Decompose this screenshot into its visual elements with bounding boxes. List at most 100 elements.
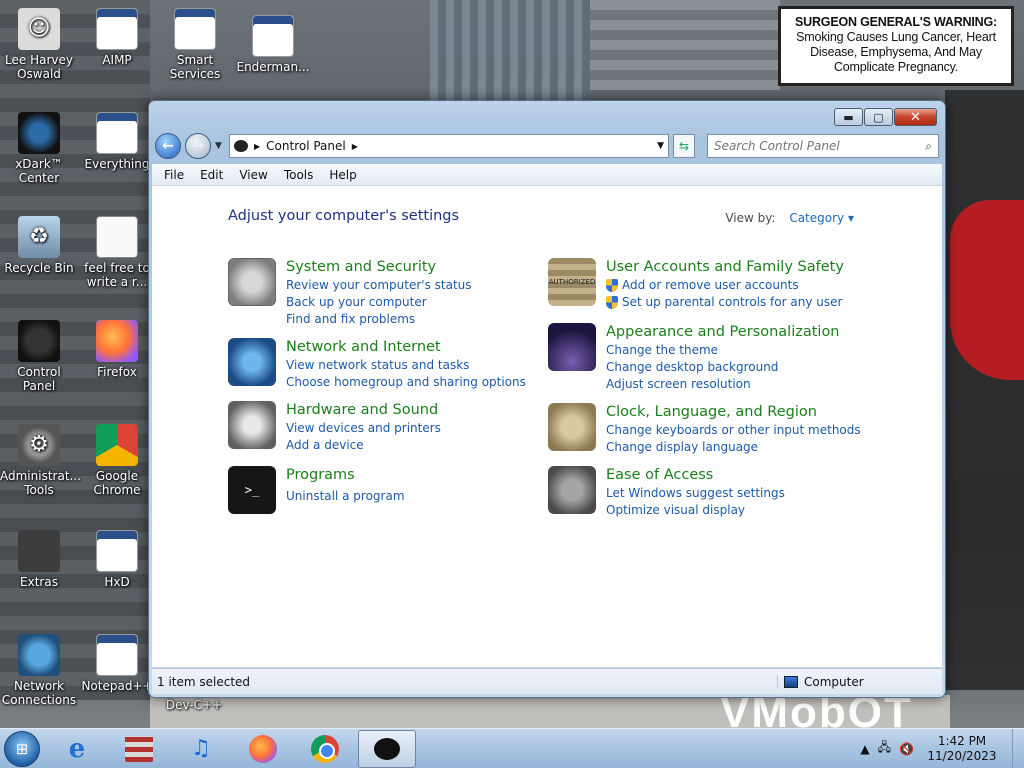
link[interactable]: Add a device xyxy=(286,437,441,454)
recycle-bin-icon: ♻ xyxy=(18,216,60,258)
document-icon xyxy=(96,216,138,258)
link[interactable]: Back up your computer xyxy=(286,294,472,311)
link[interactable]: Uninstall a program xyxy=(286,488,405,505)
desktop-icon-extras[interactable]: Extras xyxy=(0,530,78,589)
taskbar-internet-explorer[interactable]: e xyxy=(48,730,106,768)
uac-shield-icon xyxy=(606,296,618,309)
search-input[interactable] xyxy=(714,139,926,153)
menu-view[interactable]: View xyxy=(233,168,277,182)
breadcrumb-separator-icon[interactable]: ▶ xyxy=(352,142,358,151)
network-tray-icon[interactable]: 🖧 xyxy=(878,738,891,759)
desktop-icon-xdark-center[interactable]: xDark™ Center xyxy=(0,112,78,185)
link[interactable]: Change desktop background xyxy=(606,359,840,376)
link[interactable]: Find and fix problems xyxy=(286,311,472,328)
ease-of-access-icon[interactable] xyxy=(548,466,596,514)
network-icon xyxy=(18,634,60,676)
desktop-icon-control-panel[interactable]: Control Panel xyxy=(0,320,78,393)
desktop-icon-enderman[interactable]: Enderman... xyxy=(234,15,312,74)
desktop-icon-administrative-tools[interactable]: ⚙ Administrat... Tools xyxy=(0,424,81,497)
category-title[interactable]: Ease of Access xyxy=(606,466,785,484)
window-controls: ▬ ▢ ✕ xyxy=(834,108,937,126)
view-by-dropdown[interactable]: Category ▾ xyxy=(789,211,854,225)
programs-icon[interactable]: >_ xyxy=(228,466,276,514)
menu-help[interactable]: Help xyxy=(323,168,366,182)
volume-muted-icon[interactable]: 🔇 xyxy=(899,742,914,756)
status-zone-text: Computer xyxy=(804,674,864,689)
link[interactable]: Set up parental controls for any user xyxy=(606,294,844,311)
desktop-icon-dev-cpp[interactable]: Dev-C++ xyxy=(155,698,233,712)
link[interactable]: Change the theme xyxy=(606,342,840,359)
warning-text: Smoking Causes Lung Cancer, Heart Diseas… xyxy=(796,30,996,74)
forward-button[interactable]: → xyxy=(185,133,211,159)
category-title[interactable]: System and Security xyxy=(286,258,472,276)
category-title[interactable]: Programs xyxy=(286,466,405,484)
menu-bar: File Edit View Tools Help xyxy=(152,164,942,186)
link[interactable]: Review your computer's status xyxy=(286,277,472,294)
desktop-icon-smart-services[interactable]: Smart Services xyxy=(156,8,234,81)
maximize-button[interactable]: ▢ xyxy=(864,108,893,126)
app-icon xyxy=(96,112,138,154)
control-panel-icon xyxy=(374,737,400,760)
music-note-icon: ♫ xyxy=(191,736,211,761)
taskbar-control-panel[interactable] xyxy=(358,729,416,768)
category-title[interactable]: Appearance and Personalization xyxy=(606,323,840,341)
minimize-button[interactable]: ▬ xyxy=(834,108,863,126)
address-bar[interactable]: ▶ Control Panel ▶ ▼ xyxy=(229,134,669,158)
link[interactable]: View network status and tasks xyxy=(286,357,526,374)
start-button[interactable]: ⊞ xyxy=(0,729,44,768)
taskbar-chrome[interactable] xyxy=(296,730,354,768)
app-icon xyxy=(252,15,294,57)
back-button[interactable]: ← xyxy=(155,133,181,159)
link[interactable]: Let Windows suggest settings xyxy=(606,485,785,502)
firefox-icon xyxy=(249,734,277,763)
link[interactable]: Change keyboards or other input methods xyxy=(606,422,861,439)
link[interactable]: Adjust screen resolution xyxy=(606,376,840,393)
link[interactable]: View devices and printers xyxy=(286,420,441,437)
desktop-icon-everything[interactable]: Everything xyxy=(78,112,156,171)
clock-language-icon[interactable] xyxy=(548,403,596,451)
recent-pages-button[interactable]: ▼ xyxy=(215,141,225,151)
category-title[interactable]: Hardware and Sound xyxy=(286,401,441,419)
category-title[interactable]: User Accounts and Family Safety xyxy=(606,258,844,276)
link[interactable]: Choose homegroup and sharing options xyxy=(286,374,526,391)
desktop-icon-network-connections[interactable]: Network Connections xyxy=(0,634,78,707)
taskbar-firefox[interactable] xyxy=(234,730,292,768)
menu-file[interactable]: File xyxy=(158,168,194,182)
category-title[interactable]: Clock, Language, and Region xyxy=(606,403,861,421)
network-internet-icon[interactable] xyxy=(228,338,276,386)
menu-edit[interactable]: Edit xyxy=(194,168,233,182)
show-hidden-icons-button[interactable]: ▲ xyxy=(860,742,869,756)
user-accounts-icon[interactable]: AUTHORIZED xyxy=(548,258,596,306)
system-security-icon[interactable] xyxy=(228,258,276,306)
wallpaper-red-shape xyxy=(950,200,1024,380)
xdark-icon xyxy=(18,112,60,154)
appearance-icon[interactable] xyxy=(548,323,596,371)
category-title[interactable]: Network and Internet xyxy=(286,338,526,356)
breadcrumb-separator-icon[interactable]: ▶ xyxy=(254,142,260,151)
address-dropdown-icon[interactable]: ▼ xyxy=(657,141,664,151)
desktop-icon-hxd[interactable]: HxD xyxy=(78,530,156,589)
control-panel-icon xyxy=(18,320,60,362)
desktop-icon-notepadpp[interactable]: Notepad++ xyxy=(78,634,156,693)
close-button[interactable]: ✕ xyxy=(894,108,937,126)
link[interactable]: Change display language xyxy=(606,439,861,456)
desktop-icon-aimp[interactable]: AIMP xyxy=(78,8,156,67)
desktop-icon-recycle-bin[interactable]: ♻ Recycle Bin xyxy=(0,216,78,275)
chrome-icon xyxy=(311,734,339,763)
link[interactable]: Optimize visual display xyxy=(606,502,785,519)
search-icon[interactable]: ⌕ xyxy=(925,139,932,154)
link[interactable]: Add or remove user accounts xyxy=(606,277,844,294)
menu-tools[interactable]: Tools xyxy=(278,168,324,182)
desktop-icon-feel-free[interactable]: feel free to write a r... xyxy=(78,216,156,289)
taskbar-music-player[interactable]: ♫ xyxy=(172,730,230,768)
desktop-icon-firefox[interactable]: Firefox xyxy=(78,320,156,379)
desktop-icon-google-chrome[interactable]: Google Chrome xyxy=(78,424,156,497)
taskbar-app-box[interactable] xyxy=(110,730,168,768)
search-box[interactable]: ⌕ xyxy=(707,134,939,158)
hardware-sound-icon[interactable] xyxy=(228,401,276,449)
breadcrumb-control-panel[interactable]: Control Panel xyxy=(266,139,346,153)
clock[interactable]: 1:42 PM 11/20/2023 xyxy=(922,734,1002,764)
refresh-button[interactable]: ⇆ xyxy=(673,134,695,158)
desktop-icon-lee-harvey-oswald[interactable]: ☺ Lee Harvey Oswald xyxy=(0,8,78,81)
show-desktop-button[interactable] xyxy=(1012,728,1024,768)
